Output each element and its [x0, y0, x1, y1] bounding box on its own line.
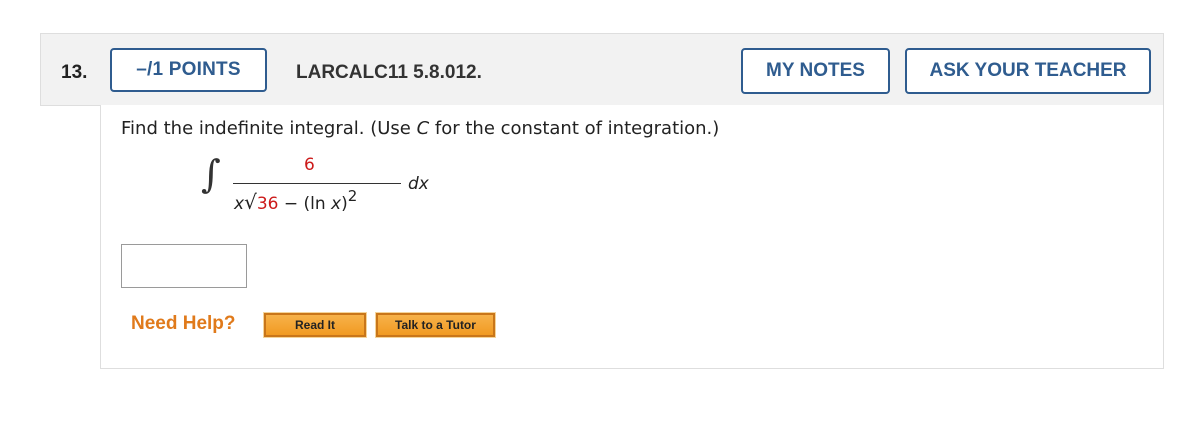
- denom-x-inner: x: [331, 194, 342, 214]
- integral-expression: ∫ 6 x√36 − (ln x)2 dx: [201, 148, 441, 218]
- integral-differential: dx: [408, 174, 429, 194]
- read-it-button[interactable]: Read It: [263, 312, 367, 338]
- integral-sign: ∫: [201, 152, 221, 196]
- talk-to-tutor-button[interactable]: Talk to a Tutor: [375, 312, 496, 338]
- denom-x: x: [234, 194, 245, 214]
- answer-input[interactable]: [121, 244, 247, 288]
- fraction-line: [233, 183, 401, 185]
- question-number: 13.: [61, 62, 88, 83]
- need-help-label: Need Help?: [131, 313, 236, 334]
- denom-close-paren: ): [341, 194, 348, 214]
- question-header: 13. –/1 POINTS LARCALC11 5.8.012. MY NOT…: [40, 33, 1164, 106]
- denom-constant: 36: [256, 194, 279, 214]
- ask-teacher-button[interactable]: ASK YOUR TEACHER: [905, 48, 1151, 94]
- integral-denominator: x√36 − (ln x)2: [234, 187, 358, 214]
- denom-minus-ln: − (ln: [278, 194, 332, 214]
- problem-id: LARCALC11 5.8.012.: [296, 62, 482, 83]
- question-body: Find the indefinite integral. (Use C for…: [100, 105, 1164, 369]
- prompt-text-start: Find the indefinite integral. (Use: [121, 118, 417, 139]
- radical-icon: √: [244, 190, 257, 214]
- integral-numerator: 6: [304, 155, 315, 175]
- prompt-constant-var: C: [416, 118, 430, 139]
- points-button[interactable]: –/1 POINTS: [110, 48, 267, 92]
- question-prompt: Find the indefinite integral. (Use C for…: [121, 118, 719, 139]
- denom-exponent: 2: [347, 187, 358, 205]
- prompt-text-end: for the constant of integration.): [429, 118, 720, 139]
- my-notes-button[interactable]: MY NOTES: [741, 48, 890, 94]
